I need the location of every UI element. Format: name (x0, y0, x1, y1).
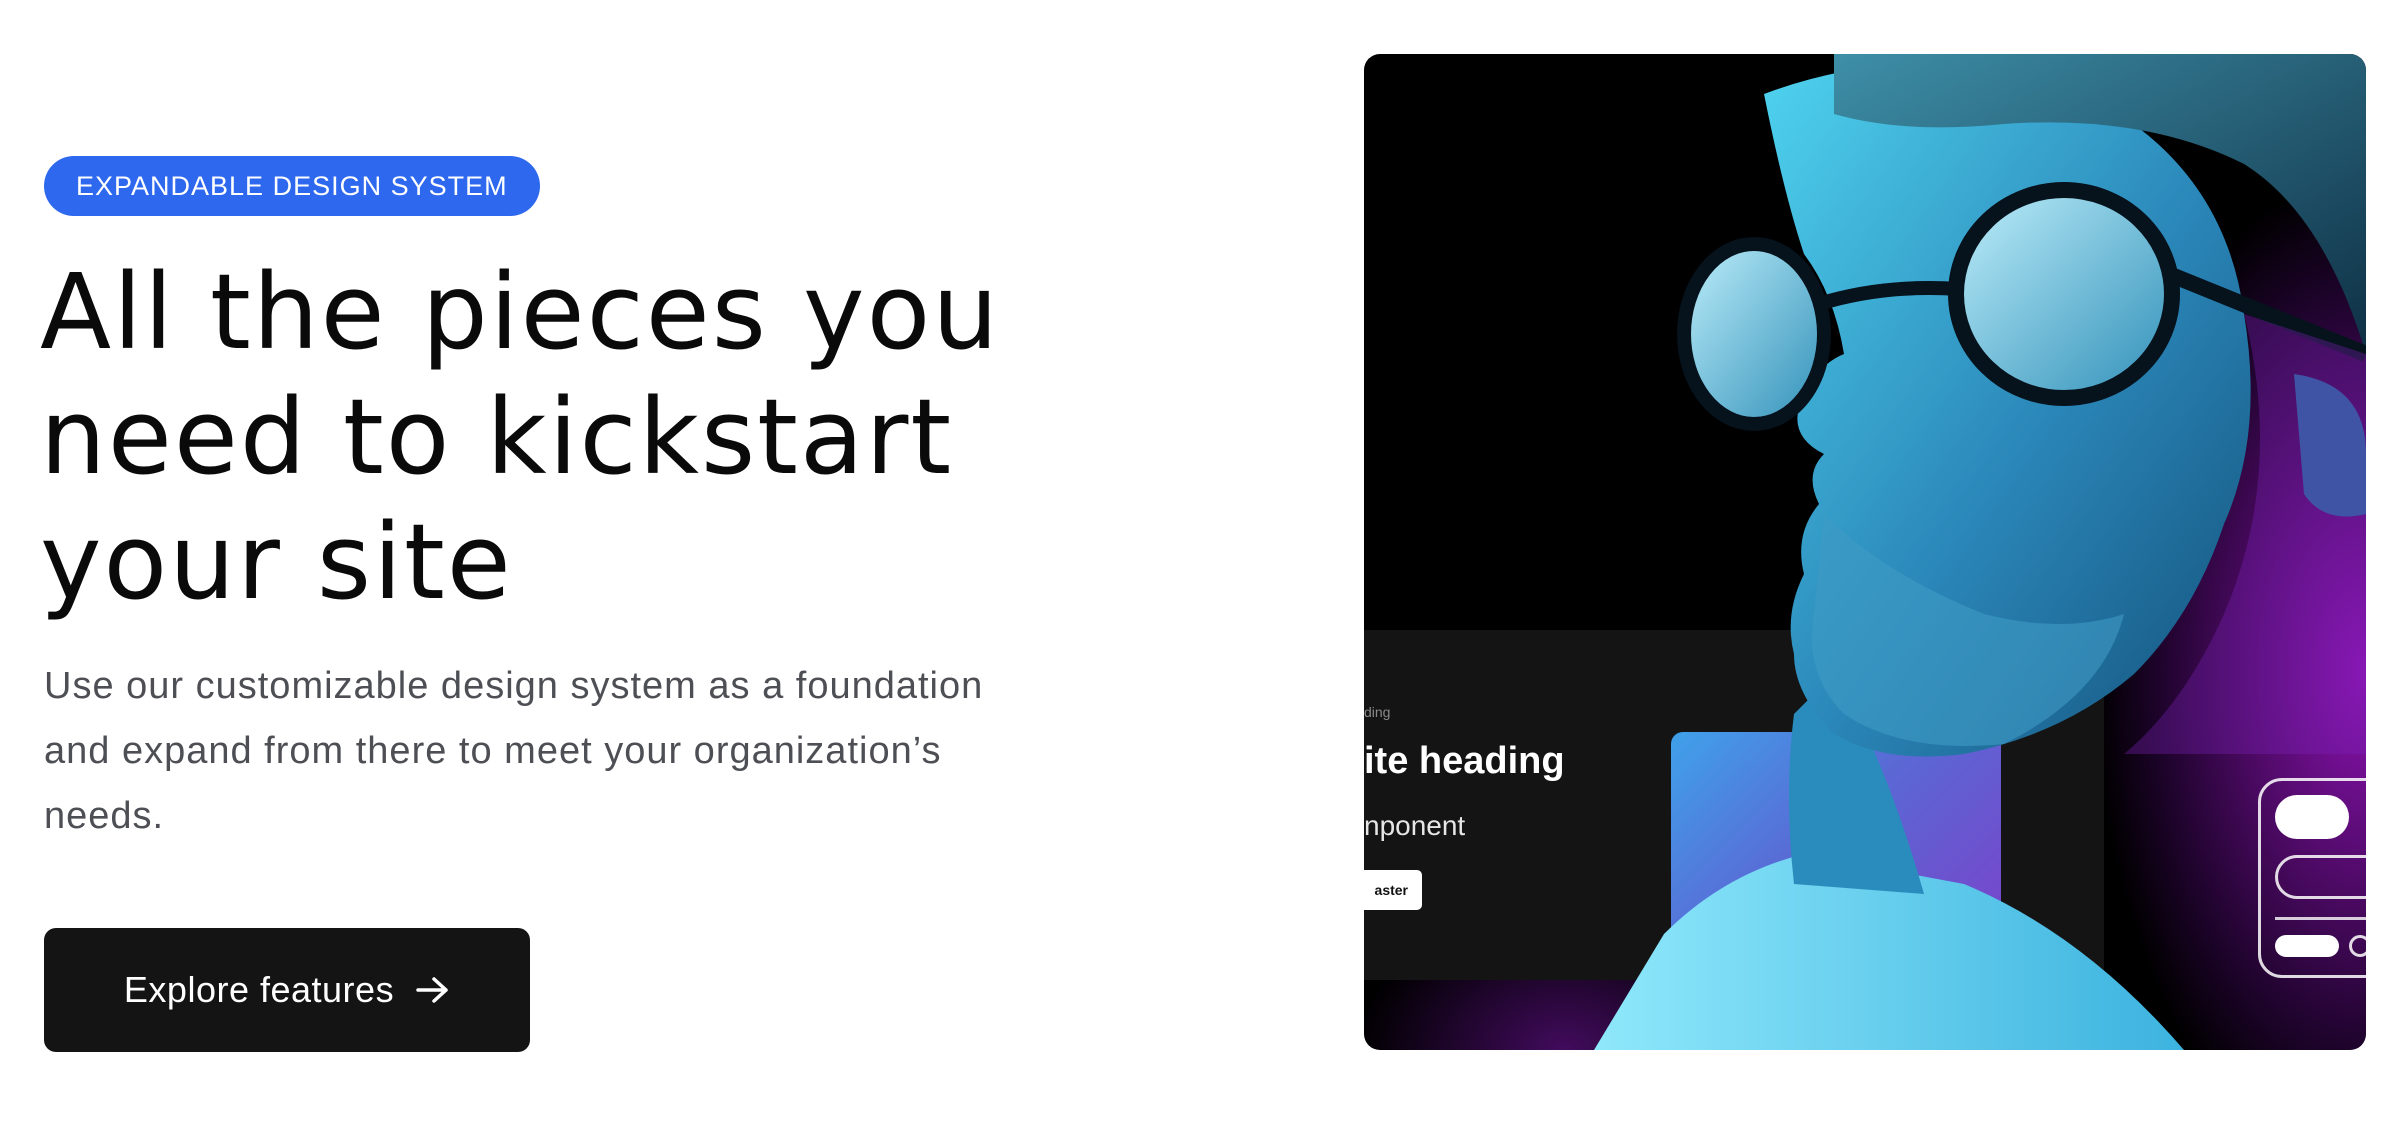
hero-headline: All the pieces you need to kickstart you… (40, 251, 1001, 623)
explore-features-button[interactable]: Explore features (44, 928, 530, 1052)
ui-mockup-chip (2275, 935, 2339, 957)
category-badge: EXPANDABLE DESIGN SYSTEM (44, 156, 540, 216)
arrow-right-icon (416, 976, 450, 1004)
ui-mockup-form-widget (2258, 778, 2366, 978)
page: EXPANDABLE DESIGN SYSTEM All the pieces … (0, 0, 2386, 1146)
ui-mockup-radio (2349, 935, 2366, 957)
explore-features-label: Explore features (123, 969, 395, 1010)
hero-description: Use our customizable design system as a … (44, 665, 984, 837)
hero-image: ding ite heading nponent aster (1364, 54, 2366, 1050)
ui-mockup-input (2275, 855, 2366, 899)
person-with-glasses-illustration (1594, 54, 2366, 1050)
ui-mockup-divider (2275, 917, 2366, 920)
ui-mockup-toggle (2275, 795, 2349, 839)
